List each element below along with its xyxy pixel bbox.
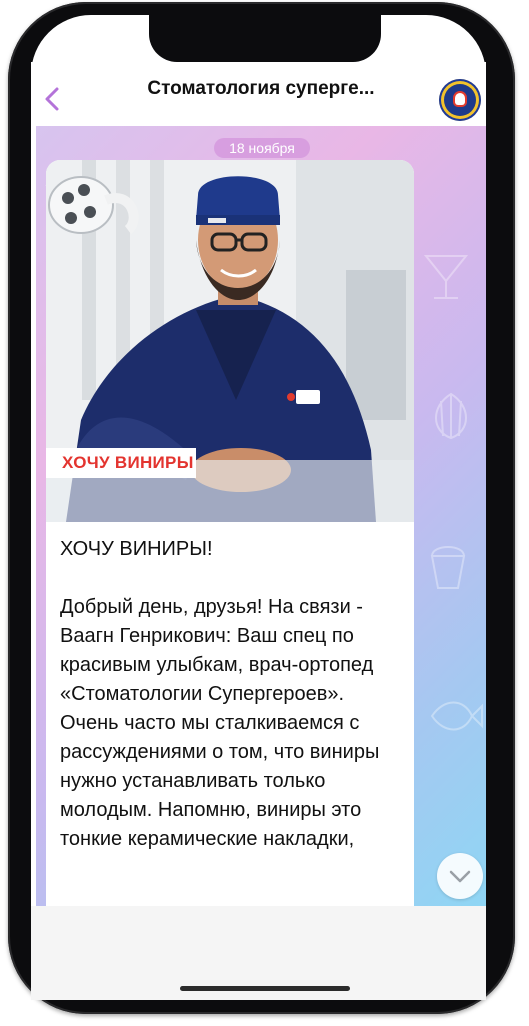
superhero-dental-logo [444,84,476,116]
message-heading: ХОЧУ ВИНИРЫ! [60,538,213,560]
shell-doodle [435,392,467,440]
chevron-down-icon [449,870,471,883]
notch [149,14,381,62]
post-image[interactable]: ХОЧУ ВИНИРЫ [46,160,414,522]
image-caption: ХОЧУ ВИНИРЫ [62,453,194,472]
bucket-doodle [430,546,466,589]
message-bubble[interactable]: ХОЧУ ВИНИРЫ ХОЧУ ВИНИРЫ! Добрый день, др… [46,160,414,906]
channel-avatar[interactable] [439,79,481,121]
message-body: Добрый день, друзья! На связи - Ваагн Ге… [60,596,380,850]
tooth-icon [455,93,465,105]
scroll-down-button[interactable] [437,853,483,899]
home-indicator[interactable] [180,986,350,991]
fish-doodle [430,701,483,731]
message-text: ХОЧУ ВИНИРЫ! Добрый день, друзья! На свя… [60,535,405,854]
chat-title[interactable]: Стоматология суперге... [120,78,402,106]
date-badge: 18 ноября [214,138,310,158]
chevron-left-icon[interactable] [38,84,68,114]
cocktail-doodle [423,255,469,299]
back-button[interactable] [38,84,68,114]
